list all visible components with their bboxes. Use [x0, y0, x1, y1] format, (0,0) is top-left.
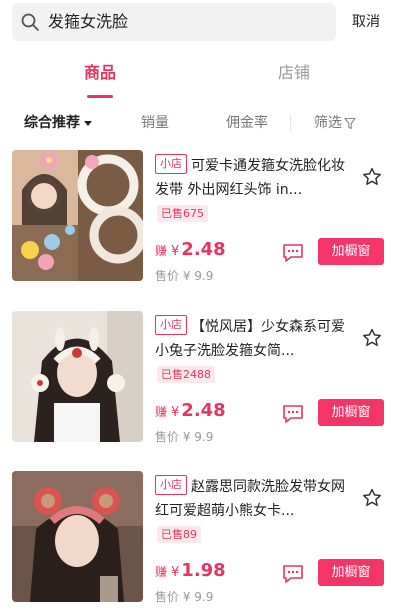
- sale-price: 售价 ¥ 9.9: [155, 430, 214, 444]
- search-icon: [21, 13, 39, 31]
- earn-currency: ¥: [171, 565, 180, 580]
- sold-badge: 已售89: [157, 526, 201, 543]
- search-row: 发箍女洗脸 取消: [0, 0, 401, 46]
- tab-active-indicator: [87, 95, 113, 98]
- earn-label: 赚: [155, 565, 168, 579]
- message-icon[interactable]: [281, 242, 305, 264]
- commission-earnings: 赚 ¥1.98: [155, 559, 226, 585]
- product-image[interactable]: [12, 311, 143, 442]
- product-card[interactable]: 小店 【悦风居】少女森系可爱小兔子洗脸发箍女简... 已售2488 赚 ¥2.48…: [0, 311, 401, 461]
- star-icon[interactable]: [361, 487, 383, 509]
- filter-label: 筛选: [314, 115, 342, 131]
- sale-price: 售价 ¥ 9.9: [155, 590, 214, 604]
- product-title[interactable]: 赵露思同款洗脸发带女网红可爱超萌小熊女卡...: [155, 475, 350, 523]
- caret-down-icon: [84, 120, 92, 126]
- sort-comprehensive[interactable]: 综合推荐: [24, 113, 92, 133]
- product-card[interactable]: 小店 可爱卡通发箍女洗脸化妆发带 外出网红头饰 in... 已售675 赚 ¥2.…: [0, 150, 401, 300]
- product-image[interactable]: [12, 471, 143, 602]
- add-to-showcase-button[interactable]: 加橱窗: [318, 559, 384, 586]
- sold-badge: 已售2488: [157, 366, 215, 383]
- earn-currency: ¥: [171, 244, 180, 259]
- add-to-showcase-button[interactable]: 加橱窗: [318, 238, 384, 265]
- message-icon[interactable]: [281, 403, 305, 425]
- product-image[interactable]: [12, 150, 143, 281]
- tab-shop[interactable]: 店铺: [278, 62, 310, 84]
- sort-divider: [290, 115, 291, 131]
- earn-label: 赚: [155, 244, 168, 258]
- earn-value: 1.98: [181, 560, 226, 581]
- product-card[interactable]: 小店 赵露思同款洗脸发带女网红可爱超萌小熊女卡... 已售89 赚 ¥1.98 售…: [0, 471, 401, 616]
- filter-button[interactable]: 筛选: [314, 113, 356, 133]
- sort-bar: 综合推荐 销量 佣金率 筛选: [0, 104, 401, 142]
- sort-commission[interactable]: 佣金率: [226, 113, 268, 133]
- product-title[interactable]: 可爱卡通发箍女洗脸化妆发带 外出网红头饰 in...: [155, 154, 350, 202]
- sort-sales[interactable]: 销量: [141, 113, 169, 133]
- earn-value: 2.48: [181, 239, 226, 260]
- product-title[interactable]: 【悦风居】少女森系可爱小兔子洗脸发箍女简...: [155, 315, 350, 363]
- search-query: 发箍女洗脸: [48, 12, 129, 31]
- tab-goods[interactable]: 商品: [84, 62, 116, 84]
- sale-price: 售价 ¥ 9.9: [155, 269, 214, 283]
- earn-value: 2.48: [181, 400, 226, 421]
- message-icon[interactable]: [281, 563, 305, 585]
- star-icon[interactable]: [361, 166, 383, 188]
- earn-label: 赚: [155, 405, 168, 419]
- filter-icon: [344, 117, 356, 129]
- sold-badge: 已售675: [157, 205, 208, 222]
- commission-earnings: 赚 ¥2.48: [155, 238, 226, 264]
- search-input[interactable]: 发箍女洗脸: [12, 3, 336, 41]
- earn-currency: ¥: [171, 405, 180, 420]
- tab-bar: 商品 店铺: [0, 50, 401, 100]
- star-icon[interactable]: [361, 327, 383, 349]
- add-to-showcase-button[interactable]: 加橱窗: [318, 399, 384, 426]
- commission-earnings: 赚 ¥2.48: [155, 399, 226, 425]
- sort-comprehensive-label: 综合推荐: [24, 115, 80, 131]
- cancel-button[interactable]: 取消: [352, 12, 380, 32]
